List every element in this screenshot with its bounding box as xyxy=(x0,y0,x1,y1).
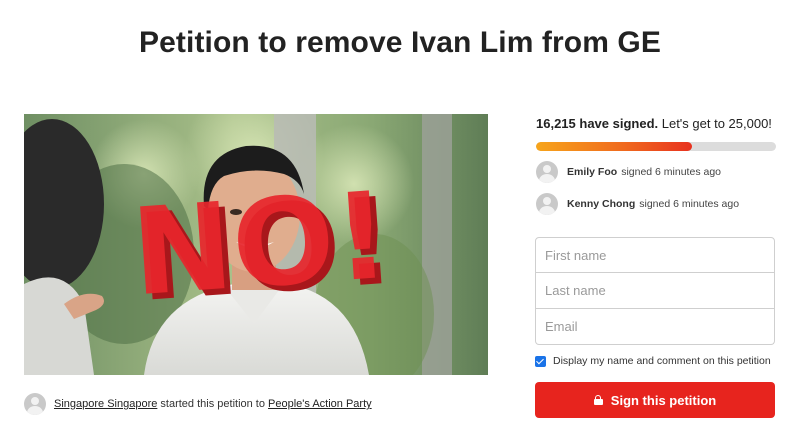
sign-petition-label: Sign this petition xyxy=(610,392,717,408)
signer-name: Kenny Chong xyxy=(567,198,636,210)
signature-progress-bar xyxy=(536,142,776,151)
lock-icon xyxy=(593,395,603,405)
page-title: Petition to remove Ivan Lim from GE xyxy=(139,26,661,59)
signer-name: Emily Foo xyxy=(567,166,618,178)
recent-signer: Kenny Chong signed 6 minutes ago xyxy=(536,193,776,215)
display-consent-label: Display my name and comment on this peti… xyxy=(553,355,771,367)
display-consent[interactable]: Display my name and comment on this peti… xyxy=(535,355,771,367)
signer-avatar xyxy=(536,161,558,183)
signature-goal: Let's get to 25,000! xyxy=(658,116,772,131)
email-input[interactable] xyxy=(535,309,775,345)
petition-target-link[interactable]: People's Action Party xyxy=(268,398,372,410)
signer-time: signed 6 minutes ago xyxy=(639,198,740,210)
last-name-input[interactable] xyxy=(535,273,775,309)
signature-panel: 16,215 have signed. Let's get to 25,000!… xyxy=(536,116,776,215)
starter-middle-text: started this petition to xyxy=(157,398,269,410)
starter-avatar xyxy=(24,393,46,415)
sign-petition-button[interactable]: Sign this petition xyxy=(535,382,775,418)
signer-time: signed 6 minutes ago xyxy=(621,166,722,178)
signature-count-line: 16,215 have signed. Let's get to 25,000! xyxy=(536,116,776,134)
petition-starter: Singapore Singapore started this petitio… xyxy=(24,392,372,416)
sign-form xyxy=(535,237,775,345)
signature-count: 16,215 have signed. xyxy=(536,116,659,131)
petition-photo: NO! NO! xyxy=(24,114,488,375)
first-name-input[interactable] xyxy=(535,237,775,273)
recent-signer: Emily Foo signed 6 minutes ago xyxy=(536,161,776,183)
display-consent-checkbox[interactable] xyxy=(535,355,546,367)
signature-progress-fill xyxy=(536,142,692,151)
no-overlay-text-front: NO! xyxy=(128,167,394,324)
starter-name-link[interactable]: Singapore Singapore xyxy=(54,398,157,410)
signer-avatar xyxy=(536,193,558,215)
